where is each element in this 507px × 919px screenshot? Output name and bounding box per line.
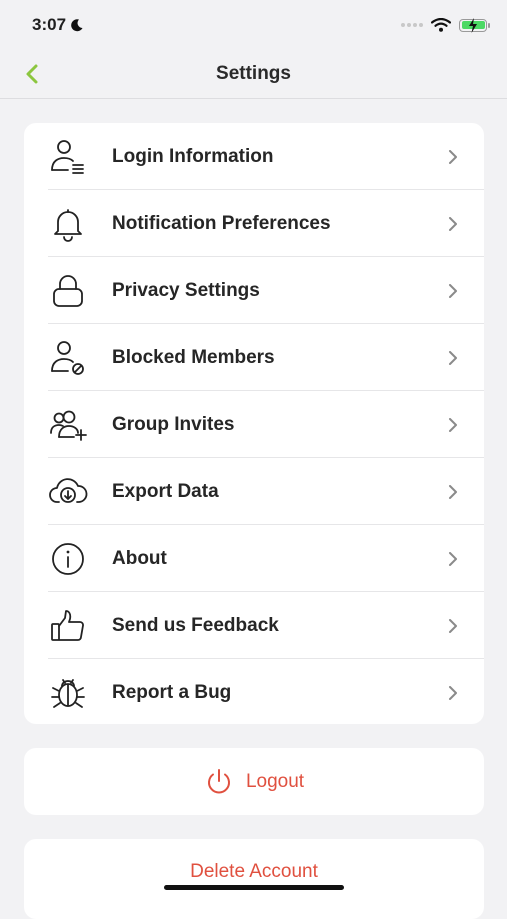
status-time: 3:07	[32, 15, 84, 35]
menu-item-label: Report a Bug	[112, 681, 232, 703]
signal-icon	[401, 23, 423, 27]
navigation-bar: Settings	[0, 50, 507, 99]
moon-icon	[71, 19, 83, 32]
chevron-right-icon	[449, 551, 457, 566]
menu-item-privacy-settings[interactable]: Privacy Settings	[24, 257, 484, 324]
bug-icon	[48, 673, 88, 713]
menu-item-send-feedback[interactable]: Send us Feedback	[24, 592, 484, 659]
chevron-right-icon	[449, 216, 457, 231]
home-indicator	[164, 885, 344, 890]
menu-item-label: Login Information	[112, 145, 274, 167]
bell-icon	[48, 204, 88, 244]
chevron-right-icon	[449, 417, 457, 432]
user-blocked-icon	[48, 338, 88, 378]
page-title: Settings	[216, 63, 291, 84]
chevron-left-icon	[26, 64, 38, 84]
info-icon	[48, 539, 88, 579]
logout-button[interactable]: Logout	[24, 748, 484, 815]
menu-item-export-data[interactable]: Export Data	[24, 458, 484, 525]
user-lines-icon	[48, 137, 88, 177]
group-add-icon	[48, 405, 88, 445]
menu-item-notification-preferences[interactable]: Notification Preferences	[24, 190, 484, 257]
lock-icon	[48, 271, 88, 311]
delete-account-label: Delete Account	[190, 861, 318, 882]
chevron-right-icon	[449, 484, 457, 499]
menu-item-label: Export Data	[112, 480, 219, 502]
logout-label: Logout	[245, 770, 305, 792]
chevron-right-icon	[449, 283, 457, 298]
back-button[interactable]	[20, 62, 44, 86]
menu-item-label: Send us Feedback	[112, 614, 279, 636]
chevron-right-icon	[449, 350, 457, 365]
menu-item-label: Group Invites	[112, 413, 235, 435]
chevron-right-icon	[449, 685, 457, 700]
chevron-right-icon	[449, 618, 457, 633]
menu-item-label: Privacy Settings	[112, 279, 260, 301]
menu-item-label: Blocked Members	[112, 346, 275, 368]
delete-account-button[interactable]: Delete Account	[24, 839, 484, 919]
menu-item-report-bug[interactable]: Report a Bug	[24, 659, 484, 724]
menu-item-about[interactable]: About	[24, 525, 484, 592]
menu-item-label: Notification Preferences	[112, 212, 331, 234]
battery-icon	[459, 17, 490, 33]
menu-item-group-invites[interactable]: Group Invites	[24, 391, 484, 458]
chevron-right-icon	[449, 149, 457, 164]
status-bar: 3:07	[0, 0, 507, 50]
wifi-icon	[431, 18, 451, 32]
menu-item-blocked-members[interactable]: Blocked Members	[24, 324, 484, 391]
status-indicators	[401, 17, 490, 33]
status-time-text: 3:07	[32, 15, 67, 34]
settings-menu: Login Information Notification Preferenc…	[24, 123, 484, 724]
cloud-download-icon	[48, 472, 88, 512]
thumbs-up-icon	[48, 606, 88, 646]
power-icon	[208, 768, 230, 793]
menu-item-login-information[interactable]: Login Information	[24, 123, 484, 190]
menu-item-label: About	[112, 547, 167, 569]
